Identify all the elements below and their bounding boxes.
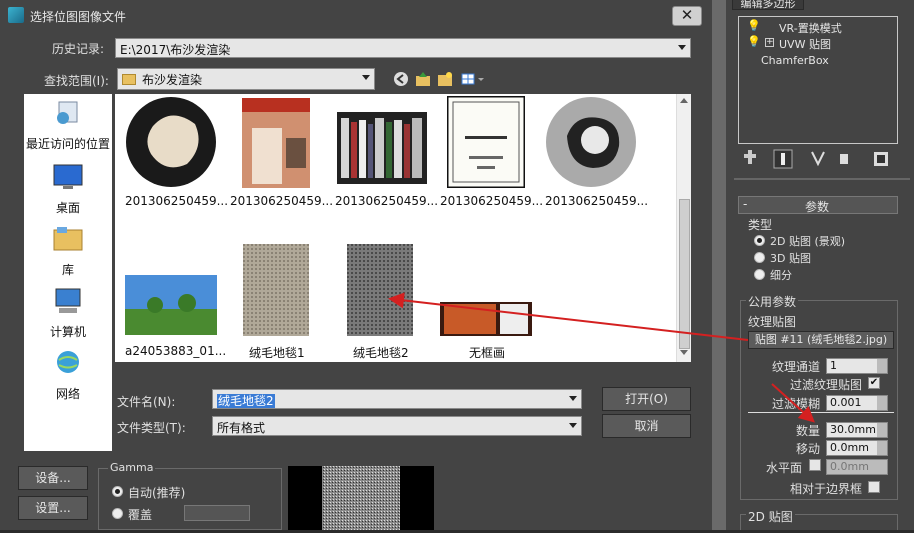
annotation-arrow-to-carpet — [388, 292, 749, 341]
annotation-arrow-to-amount — [771, 383, 815, 423]
annotation-arrows — [388, 292, 815, 423]
